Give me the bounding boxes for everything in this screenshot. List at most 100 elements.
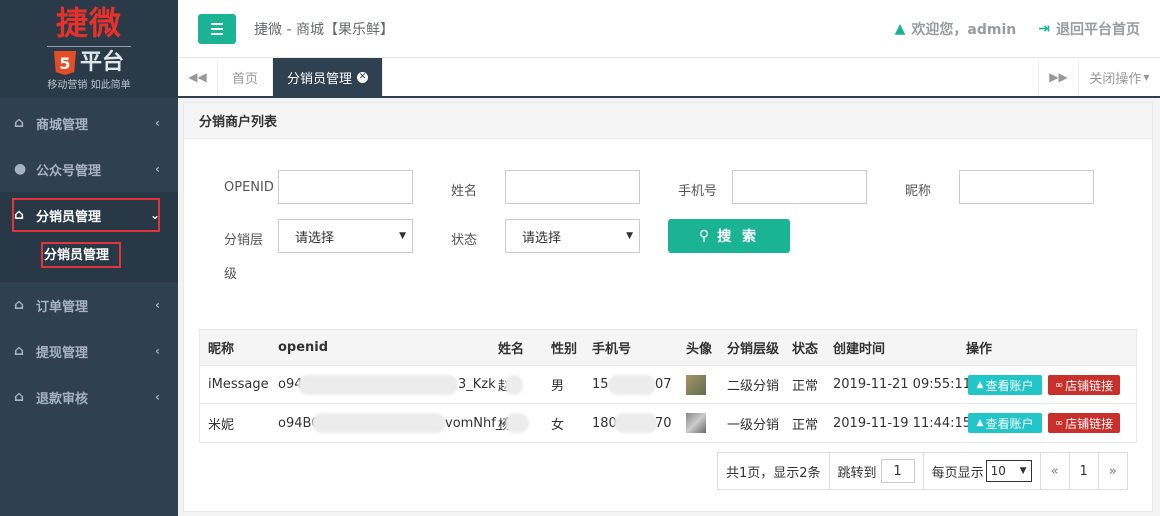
col-header-gender: 性别 [551,342,578,357]
logo-slogan: 移动营销 如此简单 [47,80,131,91]
user-icon: ▲ [976,380,984,390]
openid-label: OPENID [224,180,274,195]
col-header-level: 分销层级 [727,342,780,357]
tab-home[interactable]: 首页 [218,58,274,96]
level-select[interactable]: 请选择 ▼ [278,219,413,253]
back-to-platform-link[interactable]: ⇥ 退回平台首页 [1038,19,1140,39]
pager-per-page: 每页显示 10 ▼ [924,453,1041,489]
close-operations-label: 关闭操作 [1089,71,1142,87]
tab-distributor-label: 分销员管理 [287,71,353,87]
cell-phone-end: 70 [655,415,672,431]
pager-next-button[interactable]: » [1099,453,1127,489]
redacted-phone [614,413,658,433]
cell-phone-end: 07 [655,377,672,392]
chevron-left-icon: ‹ [155,162,160,176]
redacted-name [505,413,529,433]
bars-icon [211,32,223,35]
menu-toggle-button[interactable] [198,13,236,44]
search-icon: ⚲ [698,228,710,244]
cell-phone-start: 15 [592,377,609,392]
close-tab-icon[interactable]: ✕ [357,71,369,83]
nickname-input[interactable] [959,170,1094,204]
pager-jump: 跳转到 1 [830,453,924,489]
sidebar-item-orders[interactable]: ⌂ 订单管理 ‹ [0,282,178,328]
sidebar: 捷微 5 平台 移动营销 如此简单 ⌂ 商城管理 ‹ ● 公众号管理 ‹ ⌂ 分… [0,0,178,516]
col-header-avatar: 头像 [686,342,713,357]
sidebar-item-official-account[interactable]: ● 公众号管理 ‹ [0,146,178,192]
user-icon: ▲ [894,20,906,37]
avatar [686,375,706,395]
logo: 捷微 5 平台 移动营销 如此简单 [0,0,178,98]
welcome-user: ▲ 欢迎您，admin [895,19,1017,39]
search-button[interactable]: ⚲ 搜 索 [668,219,790,253]
home-icon: ⌂ [14,297,25,313]
chevron-left-icon: ‹ [155,298,160,312]
level-select-value: 请选择 [295,230,335,246]
view-account-button[interactable]: ▲ 查看账户 [968,375,1042,395]
cell-status: 正常 [792,417,819,433]
cell-created: 2019-11-21 09:55:11 [833,377,972,392]
cell-nickname: iMessage [208,377,269,392]
user-icon: ▲ [976,418,984,428]
close-operations-dropdown[interactable]: 关闭操作 ▼ [1078,58,1160,96]
pager-jump-input[interactable]: 1 [880,459,915,483]
pager-page-1[interactable]: 1 [1070,453,1099,489]
col-header-actions: 操作 [966,342,993,357]
phone-label: 手机号 [678,184,718,199]
caret-down-icon: ▼ [1019,466,1027,476]
tabs-scroll-left-button[interactable]: ◀◀ [178,58,218,96]
view-account-button[interactable]: ▲ 查看账户 [968,413,1042,433]
table-header-row: 昵称 openid 姓名 性别 手机号 头像 分销层级 状态 创建时间 操作 [200,330,1136,366]
sidebar-item-label: 订单管理 [36,299,89,315]
per-page-select[interactable]: 10 ▼ [985,460,1032,482]
html5-icon: 5 [53,51,76,75]
status-label: 状态 [451,233,478,248]
sidebar-item-label: 提现管理 [36,345,89,361]
highlight-box-submenu [41,242,121,268]
distributor-table: 昵称 openid 姓名 性别 手机号 头像 分销层级 状态 创建时间 操作 i… [199,329,1137,443]
tab-home-label: 首页 [232,71,259,87]
caret-down-icon: ▼ [399,231,406,241]
sidebar-item-label: 公众号管理 [36,163,102,179]
logo-platform: 平台 [79,50,124,75]
distributor-list-panel: 分销商户列表 OPENID 姓名 手机号 昵称 分销层 级 请选择 ▼ 状态 请… [183,102,1153,512]
view-account-label: 查看账户 [985,416,1034,431]
home-icon: ⌂ [14,343,25,359]
bars-icon [211,27,223,30]
name-input[interactable] [505,170,640,204]
shop-link-button[interactable]: ∞ 店铺链接 [1048,375,1120,395]
cell-openid-end: 3_Kzk [458,377,496,392]
col-header-phone: 手机号 [592,342,632,357]
phone-input[interactable] [732,170,867,204]
sidebar-item-withdraw[interactable]: ⌂ 提现管理 ‹ [0,328,178,374]
openid-input[interactable] [278,170,413,204]
cell-created: 2019-11-19 11:44:15 [833,415,972,431]
site-title: 捷微 - 商城【果乐鲜】 [254,21,394,38]
status-select[interactable]: 请选择 ▼ [505,219,640,253]
pager-prev-button[interactable]: « [1041,453,1070,489]
sidebar-item-refund[interactable]: ⌂ 退款审核 ‹ [0,374,178,420]
col-header-status: 状态 [792,342,819,357]
col-header-created: 创建时间 [833,342,886,357]
level-label-cont: 级 [224,267,238,282]
level-label: 分销层 [224,233,264,248]
cell-level: 二级分销 [727,379,780,394]
view-account-label: 查看账户 [985,378,1034,393]
sidebar-item-mall[interactable]: ⌂ 商城管理 ‹ [0,100,178,146]
shop-link-label: 店铺链接 [1065,416,1114,431]
sidebar-item-label: 退款审核 [36,391,89,407]
cell-nickname: 米妮 [208,417,235,433]
bars-icon [211,22,223,25]
per-page-value: 10 [990,464,1006,478]
link-icon: ∞ [1054,379,1064,391]
table-row: 米妮 o94BC vomNhf_4 杨 女 180 70 一级分销 正常 201… [200,404,1136,442]
tab-distributor[interactable]: 分销员管理 ✕ [273,58,384,96]
table-row: iMessage o94 3_Kzk 赵 男 15 07 二级分销 正常 201… [200,366,1136,404]
pager-jump-label: 跳转到 [837,465,877,481]
cell-level: 一级分销 [727,417,780,433]
shop-link-button[interactable]: ∞ 店铺链接 [1048,413,1120,433]
pagination: 共1页，显示2条 跳转到 1 每页显示 10 ▼ « 1 » [717,452,1128,490]
tabs-scroll-right-button[interactable]: ▶▶ [1038,58,1078,96]
redacted-openid [312,413,446,433]
chevron-left-icon: ‹ [155,116,160,130]
